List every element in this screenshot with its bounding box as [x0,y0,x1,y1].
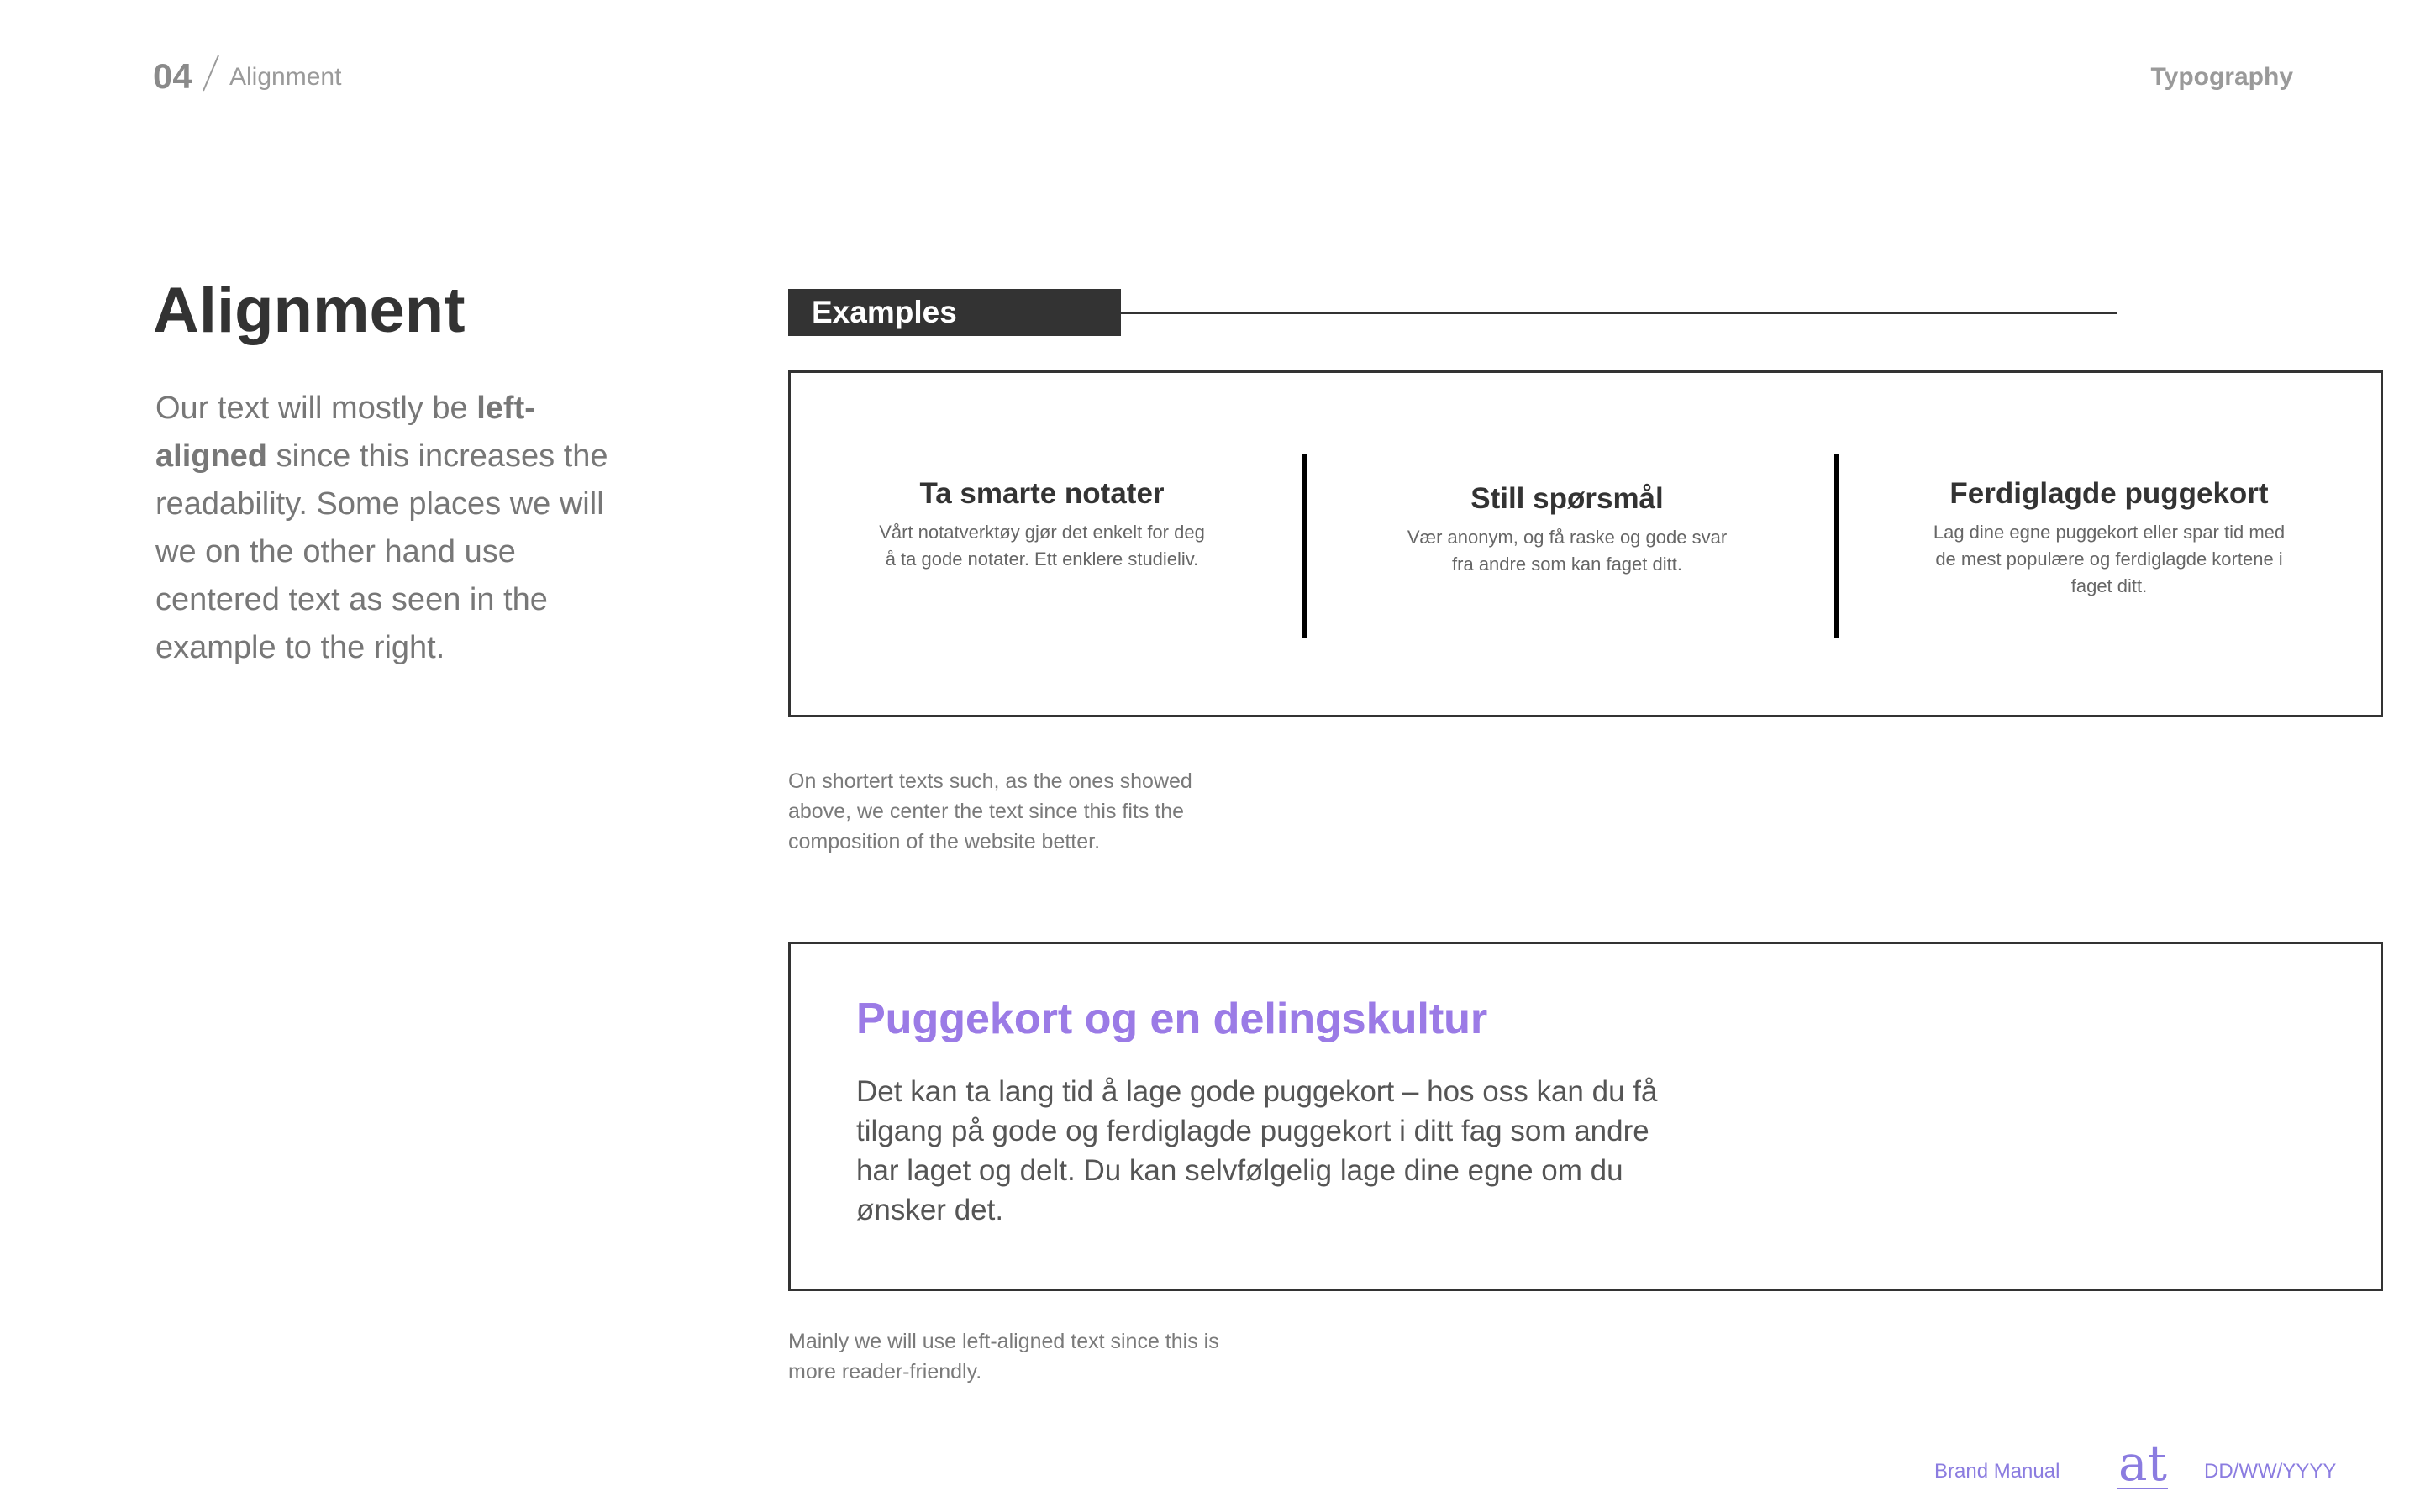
example-card-flashcards: Ferdiglagde puggekort Lag dine egne pugg… [1924,475,2294,600]
card-divider [1302,454,1307,638]
centered-caption: On shortert texts such, as the ones show… [788,769,1192,853]
logo-mark-text: at [2118,1438,2167,1492]
section-name: Alignment [229,63,342,91]
card-divider [1834,454,1839,638]
slash-separator-icon [203,55,219,92]
footer-date: DD/WW/YYYY [2204,1460,2337,1483]
card-title: Still spørsmål [1470,482,1664,515]
example-body-text: Det kan ta lang tid å lage gode puggekor… [856,1075,1658,1226]
brand-logo: at [2118,1438,2168,1492]
intro-paragraph: Our text will mostly be left-aligned sin… [155,385,643,672]
section-number: 04 [153,56,192,96]
chapter-title: Typography [2150,63,2293,91]
card-title: Ferdiglagde puggekort [1949,477,2269,510]
example-card-notes: Ta smarte notater Vårt notatverktøy gjør… [874,475,1210,573]
card-description: Lag dine egne puggekort eller spar tid m… [1933,522,2286,596]
footer-brand: Brand Manual [1934,1460,2060,1483]
card-title: Ta smarte notater [919,477,1165,510]
example-card-questions: Still spørsmål Vær anonym, og få raske o… [1395,480,1739,578]
left-aligned-caption: Mainly we will use left-aligned text sin… [788,1330,1219,1383]
examples-label: Examples [812,295,957,329]
example-heading: Puggekort og en delingskultur [856,991,1487,1047]
page-title: Alignment [153,275,466,346]
card-description: Vær anonym, og få raske og gode svar fra… [1407,527,1728,575]
examples-rule [1121,312,2118,314]
intro-text-part1: Our text will mostly be [155,391,477,426]
card-description: Vårt notatverktøy gjør det enkelt for de… [879,522,1205,570]
